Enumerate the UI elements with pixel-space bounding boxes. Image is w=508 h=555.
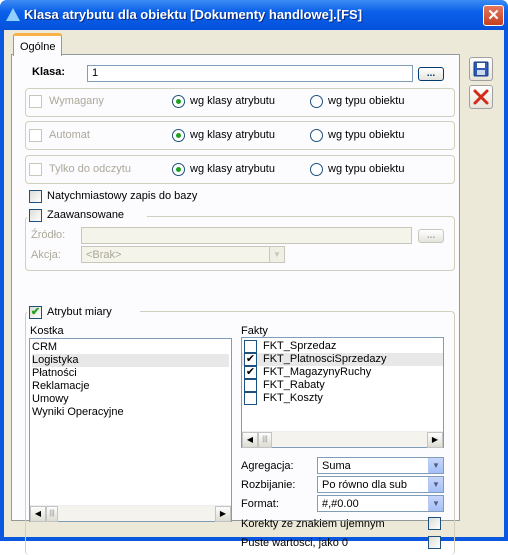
fakty-item-label: FKT_Koszty bbox=[263, 392, 323, 404]
wymagany-label: Wymagany bbox=[49, 95, 104, 107]
measure-label: Atrybut miary bbox=[47, 306, 112, 318]
scroll-right-icon[interactable]: ▶ bbox=[215, 506, 231, 522]
fakty-list-item[interactable]: FKT_Sprzedaz bbox=[242, 340, 443, 353]
klasa-input[interactable]: 1 bbox=[87, 65, 413, 82]
readonly-checkbox bbox=[29, 163, 42, 176]
chevron-down-icon[interactable]: ▼ bbox=[428, 496, 443, 511]
instant-save-label: Natychmiastowy zapis do bazy bbox=[47, 190, 198, 202]
chevron-down-icon[interactable]: ▼ bbox=[428, 458, 443, 473]
kostka-list-item[interactable]: CRM bbox=[32, 341, 229, 354]
fakty-list-item[interactable]: FKT_Rabaty bbox=[242, 379, 443, 392]
wymagany-radio-class[interactable] bbox=[172, 95, 185, 108]
korekty-label: Korekty ze znakiem ujemnym bbox=[241, 518, 385, 530]
window-title: Klasa atrybutu dla obiektu [Dokumenty ha… bbox=[24, 7, 363, 22]
app-icon bbox=[6, 8, 20, 21]
fakty-item-checkbox[interactable] bbox=[244, 392, 257, 405]
fakty-item-label: FKT_PlatnosciSprzedazy bbox=[263, 353, 387, 365]
action-label: Akcja: bbox=[31, 249, 61, 261]
action-select: <Brak> ▼ bbox=[81, 246, 285, 263]
kostka-list-item[interactable]: Wyniki Operacyjne bbox=[32, 406, 229, 419]
kostka-list-item[interactable]: Płatności bbox=[32, 367, 229, 380]
kostka-label: Kostka bbox=[30, 325, 64, 337]
fakty-item-label: FKT_MagazynyRuchy bbox=[263, 366, 372, 378]
wymagany-radio-type[interactable] bbox=[310, 95, 323, 108]
fakty-item-checkbox[interactable] bbox=[244, 340, 257, 353]
fakty-list-item[interactable]: ✔ FKT_MagazynyRuchy bbox=[242, 366, 443, 379]
automat-label: Automat bbox=[49, 129, 90, 141]
wymagany-radio-class-label: wg klasy atrybutu bbox=[190, 95, 275, 107]
format-label: Format: bbox=[241, 498, 279, 510]
klasa-browse-button[interactable]: ... bbox=[418, 67, 444, 81]
agregacja-value: Suma bbox=[322, 460, 351, 472]
save-button[interactable] bbox=[469, 57, 493, 81]
measure-checkbox[interactable]: ✔ bbox=[29, 306, 42, 319]
readonly-radio-class[interactable] bbox=[172, 163, 185, 176]
dialog-client: Klasa: 1 ... Wymagany wg klasy atrybutu … bbox=[4, 30, 504, 555]
source-browse-button: ... bbox=[418, 229, 444, 243]
scroll-thumb[interactable]: ||| bbox=[258, 432, 272, 448]
save-icon bbox=[473, 61, 489, 77]
kostka-hscrollbar[interactable]: ◀ ||| ▶ bbox=[30, 505, 231, 522]
format-select[interactable]: #,#0.00 ▼ bbox=[317, 495, 444, 512]
agregacja-label: Agregacja: bbox=[241, 460, 294, 472]
action-value: <Brak> bbox=[86, 249, 122, 261]
rozbijanie-value: Po równo dla sub bbox=[322, 479, 407, 491]
kostka-list-item[interactable]: Reklamacje bbox=[32, 380, 229, 393]
close-button[interactable]: ✕ bbox=[483, 5, 504, 26]
advanced-label: Zaawansowane bbox=[47, 209, 125, 221]
automat-checkbox bbox=[29, 129, 42, 142]
wymagany-checkbox bbox=[29, 95, 42, 108]
chevron-down-icon[interactable]: ▼ bbox=[428, 477, 443, 492]
automat-radio-type-label: wg typu obiektu bbox=[328, 129, 405, 141]
source-input bbox=[81, 227, 412, 244]
cancel-icon bbox=[473, 89, 489, 105]
format-value: #,#0.00 bbox=[322, 498, 359, 510]
readonly-label: Tylko do odczytu bbox=[49, 163, 131, 175]
dialog-window: Klasa atrybutu dla obiektu [Dokumenty ha… bbox=[0, 0, 508, 555]
fakty-label: Fakty bbox=[241, 325, 268, 337]
fakty-list[interactable]: FKT_Sprzedaz ✔ FKT_PlatnosciSprzedazy ✔ FKT_… bbox=[241, 337, 444, 448]
puste-checkbox[interactable] bbox=[428, 536, 441, 549]
kostka-list-item[interactable]: Logistyka bbox=[32, 354, 229, 367]
puste-label: Puste wartosci, jako 0 bbox=[241, 537, 348, 549]
readonly-radio-class-label: wg klasy atrybutu bbox=[190, 163, 275, 175]
source-label: Źródło: bbox=[31, 229, 66, 241]
tab-general[interactable]: Ogólne bbox=[13, 33, 63, 56]
automat-radio-class[interactable] bbox=[172, 129, 185, 142]
chevron-down-icon: ▼ bbox=[269, 247, 284, 262]
scroll-left-icon[interactable]: ◀ bbox=[242, 432, 258, 448]
scroll-thumb[interactable]: ||| bbox=[46, 506, 58, 522]
agregacja-select[interactable]: Suma ▼ bbox=[317, 457, 444, 474]
automat-radio-type[interactable] bbox=[310, 129, 323, 142]
advanced-checkbox[interactable] bbox=[29, 209, 42, 222]
title-bar[interactable]: Klasa atrybutu dla obiektu [Dokumenty ha… bbox=[0, 0, 508, 30]
tab-panel-general: Klasa: 1 ... Wymagany wg klasy atrybutu … bbox=[11, 54, 460, 555]
fakty-item-checkbox[interactable]: ✔ bbox=[244, 366, 257, 379]
fakty-item-label: FKT_Sprzedaz bbox=[263, 340, 337, 352]
fakty-item-checkbox[interactable] bbox=[244, 379, 257, 392]
fakty-hscrollbar[interactable]: ◀ ||| ▶ bbox=[242, 431, 443, 448]
automat-radio-class-label: wg klasy atrybutu bbox=[190, 129, 275, 141]
cancel-button[interactable] bbox=[469, 85, 493, 109]
rozbijanie-select[interactable]: Po równo dla sub ▼ bbox=[317, 476, 444, 493]
wymagany-radio-type-label: wg typu obiektu bbox=[328, 95, 405, 107]
fakty-list-item[interactable]: FKT_Koszty bbox=[242, 392, 443, 405]
readonly-radio-type-label: wg typu obiektu bbox=[328, 163, 405, 175]
scroll-left-icon[interactable]: ◀ bbox=[30, 506, 46, 522]
instant-save-checkbox[interactable] bbox=[29, 190, 42, 203]
korekty-checkbox[interactable] bbox=[428, 517, 441, 530]
readonly-radio-type[interactable] bbox=[310, 163, 323, 176]
kostka-list[interactable]: CRM Logistyka Płatności Reklamacje Umowy Wyni… bbox=[29, 338, 232, 522]
fakty-item-label: FKT_Rabaty bbox=[263, 379, 325, 391]
kostka-list-item[interactable]: Umowy bbox=[32, 393, 229, 406]
rozbijanie-label: Rozbijanie: bbox=[241, 479, 296, 491]
fakty-item-checkbox[interactable]: ✔ bbox=[244, 353, 257, 366]
klasa-label: Klasa: bbox=[32, 66, 66, 78]
fakty-list-item[interactable]: ✔ FKT_PlatnosciSprzedazy bbox=[242, 353, 443, 366]
scroll-right-icon[interactable]: ▶ bbox=[427, 432, 443, 448]
